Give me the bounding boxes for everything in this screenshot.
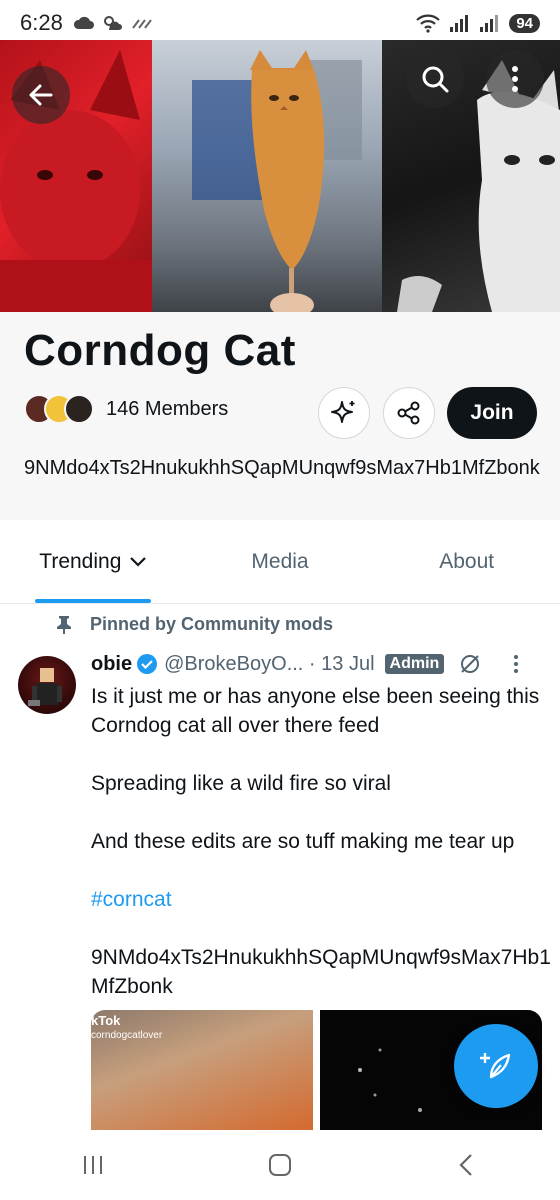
community-tabs: Trending Media About (0, 520, 560, 604)
compose-feather-icon (480, 1053, 511, 1079)
post-media-left[interactable]: kTok corndogcatlover (91, 1010, 313, 1130)
pin-icon (57, 615, 71, 634)
tab-media-label: Media (251, 549, 309, 573)
cell-signal-2-icon (480, 15, 499, 32)
weather-icon (103, 16, 122, 30)
members-row[interactable]: 146 Members (24, 394, 228, 424)
author-handle-date[interactable]: @BrokeBoyO... · 13 Jul (164, 653, 374, 676)
battery-level: 94 (509, 13, 540, 33)
post-body: Is it just me or has anyone else been se… (91, 682, 551, 1030)
tab-trending-label: Trending (39, 549, 122, 573)
not-interested-icon[interactable] (458, 652, 482, 676)
verified-badge-icon (137, 654, 158, 674)
arrow-left-icon (29, 84, 53, 106)
community-title: Corndog Cat (24, 326, 296, 375)
search-button[interactable] (406, 50, 464, 108)
community-header: Corndog Cat 146 Members Join 9NMdo4xTs2H… (0, 312, 560, 520)
sparkle-icon (331, 401, 355, 423)
community-banner (0, 40, 560, 312)
active-tab-indicator (35, 599, 151, 603)
member-avatars (24, 394, 94, 424)
community-description: 9NMdo4xTs2HnukukhhSQapMUnqwf9sMax7Hb1MfZ… (24, 457, 540, 479)
share-button[interactable] (383, 387, 435, 439)
tab-media[interactable]: Media (187, 520, 374, 603)
admin-badge: Admin (384, 654, 445, 674)
post-header: obie @BrokeBoyO... · 13 Jul Admin (91, 652, 520, 676)
share-icon (397, 401, 420, 425)
member-avatar (64, 394, 94, 424)
tab-trending[interactable]: Trending (0, 520, 187, 603)
corndog-cat-illustration (192, 50, 362, 312)
search-icon (422, 66, 449, 93)
compose-post-button[interactable] (454, 1024, 538, 1108)
banner-corndog-cat-image (152, 40, 382, 312)
more-vertical-icon (512, 66, 518, 92)
grok-summary-button[interactable] (318, 387, 370, 439)
author-name[interactable]: obie (91, 653, 132, 676)
join-button[interactable]: Join (447, 387, 537, 439)
hashtag-link[interactable]: #corncat (91, 885, 551, 914)
recent-apps-icon[interactable] (80, 1152, 106, 1178)
post-paragraph: Spreading like a wild fire so viral (91, 772, 391, 795)
post-address: 9NMdo4xTs2HnukukhhSQapMUnqwf9sMax7Hb1MfZ… (91, 946, 551, 998)
cloud-icon (73, 16, 94, 29)
status-notification-icons (73, 15, 153, 31)
avatar-figure (28, 668, 62, 706)
pinned-indicator: Pinned by Community mods (56, 614, 333, 635)
members-count: 146 Members (106, 397, 229, 420)
tiktok-username: corndogcatlover (91, 1030, 163, 1041)
cell-signal-icon (450, 15, 469, 32)
post-author-avatar[interactable] (18, 656, 76, 714)
tab-about-label: About (439, 549, 495, 573)
post-paragraph: Is it just me or has anyone else been se… (91, 685, 540, 737)
home-icon[interactable] (267, 1152, 293, 1178)
pinned-label: Pinned by Community mods (90, 614, 334, 634)
system-navigation-bar (0, 1130, 560, 1200)
status-time: 6:28 (20, 10, 63, 35)
more-options-button[interactable] (486, 50, 544, 108)
back-button[interactable] (12, 66, 70, 124)
signal-dots-icon (132, 19, 152, 29)
post-paragraph: And these edits are so tuff making me te… (91, 830, 515, 853)
wifi-icon (416, 14, 441, 33)
tab-about[interactable]: About (373, 520, 560, 603)
more-options-icon[interactable] (512, 653, 520, 675)
tiktok-watermark: kTok (91, 1013, 121, 1028)
back-nav-icon[interactable] (454, 1152, 480, 1178)
chevron-down-icon (130, 556, 147, 567)
status-right: 94 (415, 13, 540, 33)
